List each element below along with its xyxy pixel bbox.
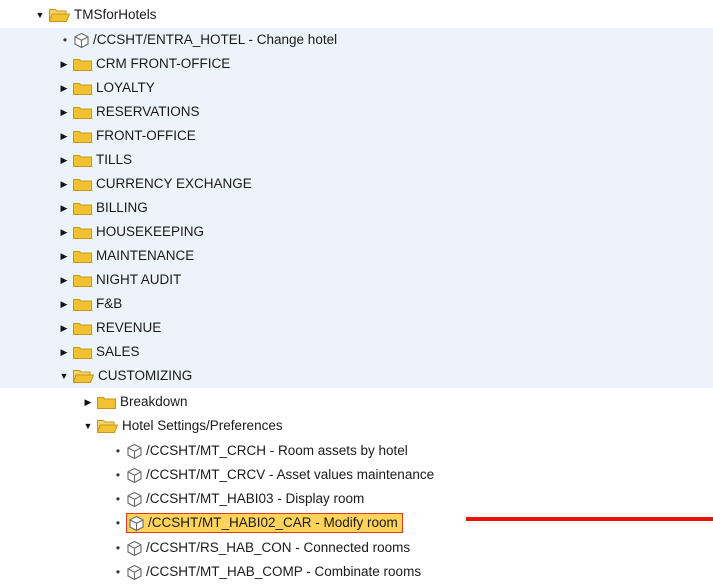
tree-node-breakdown[interactable]: ▶ Breakdown [0, 390, 713, 414]
tree-node-folder[interactable]: ▶ MAINTENANCE [0, 244, 713, 268]
tree-node-label: TILLS [96, 152, 133, 167]
tree-node-label: RESERVATIONS [96, 104, 200, 119]
folder-icon [73, 274, 92, 287]
folder-icon [73, 346, 92, 359]
expand-arrow-icon[interactable]: ▶ [58, 251, 70, 262]
menu-tree: ▼ TMSforHotels • /CCSHT/ENTRA_HOTEL - Ch… [0, 0, 713, 572]
annotation-arrow-line [466, 517, 713, 521]
tree-node-label: CUSTOMIZING [98, 368, 193, 383]
tree-node-folder[interactable]: ▶ CURRENCY EXCHANGE [0, 172, 713, 196]
cube-icon [126, 443, 143, 460]
tree-node-hotel-settings[interactable]: ▼ Hotel Settings/Preferences [0, 414, 713, 438]
folder-icon [73, 226, 92, 239]
folder-icon [73, 202, 92, 215]
bullet-icon: • [115, 492, 121, 506]
folder-icon [73, 322, 92, 335]
tree-node-label: F&B [96, 296, 123, 311]
tree-node-label: REVENUE [96, 320, 162, 335]
expand-arrow-icon[interactable]: ▶ [58, 107, 70, 118]
tree-node-label: Breakdown [120, 394, 188, 409]
folder-icon [73, 298, 92, 311]
expand-arrow-icon[interactable]: ▶ [58, 83, 70, 94]
tree-node-transaction[interactable]: • /CCSHT/MT_HAB_COMP - Combinate rooms [0, 560, 713, 584]
cube-icon [126, 540, 143, 557]
cube-icon [126, 467, 143, 484]
tree-node-label: /CCSHT/ENTRA_HOTEL - Change hotel [93, 32, 338, 47]
expand-arrow-icon[interactable]: ▶ [58, 275, 70, 286]
bullet-icon: • [115, 516, 121, 530]
cube-icon [73, 32, 90, 49]
bullet-icon: • [115, 565, 121, 579]
expand-arrow-icon[interactable]: ▶ [58, 131, 70, 142]
tree-node-label: MAINTENANCE [96, 248, 195, 263]
cube-icon [128, 515, 145, 532]
expand-arrow-icon[interactable]: ▶ [58, 227, 70, 238]
bullet-icon: • [115, 444, 121, 458]
folder-icon [97, 396, 116, 409]
folder-icon [73, 154, 92, 167]
tree-node-folder[interactable]: ▶ TILLS [0, 148, 713, 172]
tree-node-label: CRM FRONT-OFFICE [96, 56, 231, 71]
folder-open-icon [97, 419, 118, 433]
folder-icon [73, 250, 92, 263]
expand-arrow-icon[interactable]: ▶ [58, 203, 70, 214]
expand-arrow-icon[interactable]: ▼ [58, 371, 70, 381]
folder-open-icon [73, 369, 94, 383]
tree-node-folder[interactable]: ▶ CRM FRONT-OFFICE [0, 52, 713, 76]
tree-node-transaction[interactable]: • /CCSHT/ENTRA_HOTEL - Change hotel [0, 28, 713, 52]
tree-node-label: /CCSHT/MT_HABI03 - Display room [146, 491, 365, 506]
tree-node-folder[interactable]: ▶ RESERVATIONS [0, 100, 713, 124]
tree-node-label: HOUSEKEEPING [96, 224, 205, 239]
tree-node-label: SALES [96, 344, 140, 359]
bullet-icon: • [115, 468, 121, 482]
tree-node-label: LOYALTY [96, 80, 155, 95]
tree-node-customizing[interactable]: ▼ CUSTOMIZING [0, 364, 713, 388]
tree-node-label: TMSforHotels [74, 7, 157, 22]
folder-icon [73, 106, 92, 119]
tree-node-label: /CCSHT/MT_HABI02_CAR - Modify room [148, 515, 398, 530]
tree-node-transaction[interactable]: • /CCSHT/RS_HAB_CON - Connected rooms [0, 536, 713, 560]
tree-node-label: NIGHT AUDIT [96, 272, 182, 287]
folder-open-icon [49, 8, 70, 22]
expand-arrow-icon[interactable]: ▼ [82, 421, 94, 431]
tree-node-label: FRONT-OFFICE [96, 128, 196, 143]
tree-node-label: CURRENCY EXCHANGE [96, 176, 252, 191]
tree-node-root[interactable]: ▼ TMSforHotels [0, 3, 713, 27]
selection-highlight[interactable]: /CCSHT/MT_HABI02_CAR - Modify room [126, 513, 403, 533]
folder-icon [73, 82, 92, 95]
expand-arrow-icon[interactable]: ▶ [58, 323, 70, 334]
tree-node-label: /CCSHT/MT_CRCH - Room assets by hotel [146, 443, 408, 458]
tree-node-folder[interactable]: ▶ HOUSEKEEPING [0, 220, 713, 244]
expand-arrow-icon[interactable]: ▶ [58, 347, 70, 358]
expand-arrow-icon[interactable]: ▶ [58, 155, 70, 166]
tree-node-folder[interactable]: ▶ SALES [0, 340, 713, 364]
expand-arrow-icon[interactable]: ▼ [34, 10, 46, 20]
tree-node-transaction[interactable]: • /CCSHT/MT_CRCH - Room assets by hotel [0, 439, 713, 463]
expand-arrow-icon[interactable]: ▶ [58, 299, 70, 310]
tree-node-label: Hotel Settings/Preferences [122, 418, 283, 433]
tree-node-folder[interactable]: ▶ BILLING [0, 196, 713, 220]
tree-node-transaction[interactable]: • /CCSHT/MT_HABI03 - Display room [0, 487, 713, 511]
tree-node-label: /CCSHT/RS_HAB_CON - Connected rooms [146, 540, 411, 555]
tree-node-transaction-selected[interactable]: • /CCSHT/MT_HABI02_CAR - Modify room [0, 511, 713, 535]
expand-arrow-icon[interactable]: ▶ [58, 59, 70, 70]
tree-node-folder[interactable]: ▶ FRONT-OFFICE [0, 124, 713, 148]
tree-node-folder[interactable]: ▶ NIGHT AUDIT [0, 268, 713, 292]
folder-icon [73, 178, 92, 191]
cube-icon [126, 491, 143, 508]
folder-icon [73, 130, 92, 143]
tree-node-label: BILLING [96, 200, 148, 215]
bullet-icon: • [115, 541, 121, 555]
tree-node-label: /CCSHT/MT_HAB_COMP - Combinate rooms [146, 564, 422, 579]
tree-node-folder[interactable]: ▶ F&B [0, 292, 713, 316]
tree-node-transaction[interactable]: • /CCSHT/MT_CRCV - Asset values maintena… [0, 463, 713, 487]
expand-arrow-icon[interactable]: ▶ [82, 397, 94, 408]
tree-node-folder[interactable]: ▶ REVENUE [0, 316, 713, 340]
folder-icon [73, 58, 92, 71]
expand-arrow-icon[interactable]: ▶ [58, 179, 70, 190]
cube-icon [126, 564, 143, 581]
bullet-icon: • [62, 33, 68, 47]
tree-node-folder[interactable]: ▶ LOYALTY [0, 76, 713, 100]
tree-node-label: /CCSHT/MT_CRCV - Asset values maintenanc… [146, 467, 435, 482]
